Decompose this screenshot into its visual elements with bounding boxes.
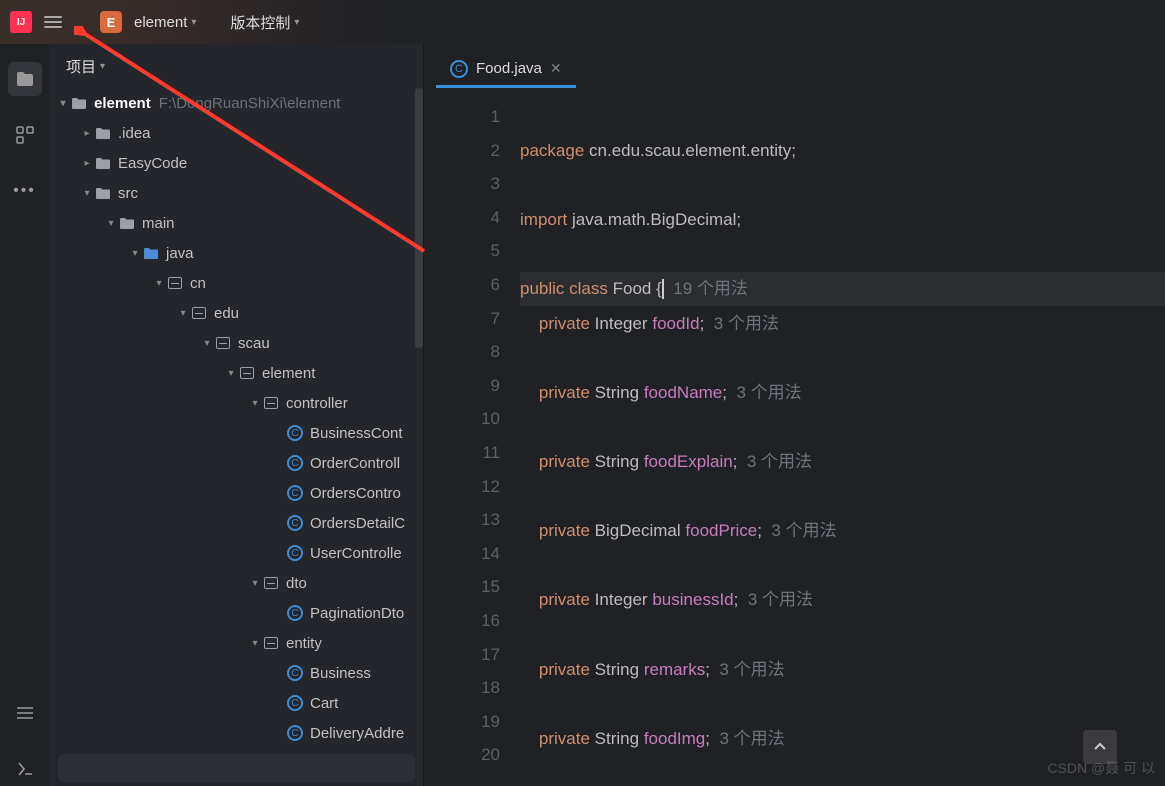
chevron-down-icon: ▾ xyxy=(294,17,299,28)
tree-class[interactable]: CBusiness xyxy=(50,658,423,688)
class-icon: C xyxy=(287,695,303,711)
chevron-down-icon: ▾ xyxy=(100,61,105,72)
package-icon xyxy=(240,367,254,379)
project-dropdown[interactable]: element ▾ xyxy=(134,14,196,31)
class-icon: C xyxy=(287,665,303,681)
tree-folder-main[interactable]: ▾main xyxy=(50,208,423,238)
tree-pkg-scau[interactable]: ▾scau xyxy=(50,328,423,358)
class-icon: C xyxy=(287,515,303,531)
class-icon: C xyxy=(287,425,303,441)
package-icon xyxy=(192,307,206,319)
tree-pkg-entity[interactable]: ▾entity xyxy=(50,628,423,658)
tree-class[interactable]: COrderControll xyxy=(50,448,423,478)
line-gutter: 1234567891011121314151617181920 xyxy=(424,88,520,786)
tree-class[interactable]: COrdersDetailC xyxy=(50,508,423,538)
tree-class[interactable]: CFood xyxy=(50,748,423,754)
class-icon: C xyxy=(287,545,303,561)
package-icon xyxy=(264,397,278,409)
titlebar: E element ▾ 版本控制 ▾ xyxy=(0,0,1165,44)
structure-icon xyxy=(16,126,34,144)
tree-class[interactable]: COrdersContro xyxy=(50,478,423,508)
package-icon xyxy=(216,337,230,349)
tree-scrollbar[interactable] xyxy=(415,88,423,348)
tree-class[interactable]: CDeliveryAddre xyxy=(50,718,423,748)
vcs-label: 版本控制 xyxy=(230,12,290,33)
tab-label: Food.java xyxy=(476,60,542,77)
tree-class[interactable]: CBusinessCont xyxy=(50,418,423,448)
class-icon: C xyxy=(287,725,303,741)
more-icon: ••• xyxy=(13,182,36,200)
left-toolstrip: ••• xyxy=(0,44,50,786)
tree-pkg-element[interactable]: ▾element xyxy=(50,358,423,388)
class-icon: C xyxy=(287,605,303,621)
project-name: element xyxy=(134,14,187,31)
class-icon: C xyxy=(287,455,303,471)
project-sidebar: 项目 ▾ ▾ element F:\DongRuanShiXi\element … xyxy=(50,44,424,786)
editor-area: C Food.java ✕ 12345678910111213141516171… xyxy=(424,44,1165,786)
more-tool-button[interactable]: ••• xyxy=(8,174,42,208)
project-tree[interactable]: ▾ element F:\DongRuanShiXi\element ▸.ide… xyxy=(50,88,423,754)
tree-folder-easycode[interactable]: ▸EasyCode xyxy=(50,148,423,178)
vcs-dropdown[interactable]: 版本控制 ▾ xyxy=(230,12,299,33)
tree-folder-java[interactable]: ▾java xyxy=(50,238,423,268)
chevron-down-icon: ▾ xyxy=(191,17,196,28)
tree-folder-idea[interactable]: ▸.idea xyxy=(50,118,423,148)
editor-tab-food[interactable]: C Food.java ✕ xyxy=(436,52,576,88)
class-icon: C xyxy=(287,485,303,501)
editor-tabs: C Food.java ✕ xyxy=(424,44,1165,88)
code-area[interactable]: package cn.edu.scau.element.entity; impo… xyxy=(520,88,1165,786)
package-icon xyxy=(264,577,278,589)
list-icon xyxy=(16,706,34,720)
main-area: ••• 项目 ▾ ▾ element F:\DongRuanShiXi\elem… xyxy=(0,44,1165,786)
chevron-up-icon xyxy=(1093,740,1107,754)
structure-tool-button[interactable] xyxy=(8,118,42,152)
terminal-icon xyxy=(16,761,34,777)
project-tool-button[interactable] xyxy=(8,62,42,96)
tree-pkg-controller[interactable]: ▾controller xyxy=(50,388,423,418)
package-icon xyxy=(264,637,278,649)
folder-icon xyxy=(16,71,34,87)
tree-pkg-edu[interactable]: ▾edu xyxy=(50,298,423,328)
ide-logo-icon xyxy=(10,11,32,33)
tree-pkg-cn[interactable]: ▾cn xyxy=(50,268,423,298)
tree-folder-src[interactable]: ▾src xyxy=(50,178,423,208)
close-tab-icon[interactable]: ✕ xyxy=(550,60,562,77)
watermark: CSDN @聂 可 以 xyxy=(1047,758,1155,778)
package-icon xyxy=(168,277,182,289)
sidebar-title: 项目 xyxy=(66,56,96,77)
tree-class[interactable]: CPaginationDto xyxy=(50,598,423,628)
terminal-tool-button[interactable] xyxy=(8,752,42,786)
tree-pkg-dto[interactable]: ▾dto xyxy=(50,568,423,598)
sidebar-header[interactable]: 项目 ▾ xyxy=(50,44,423,88)
tree-class[interactable]: CUserControlle xyxy=(50,538,423,568)
todo-tool-button[interactable] xyxy=(8,696,42,730)
sidebar-bottom-panel xyxy=(58,754,415,782)
main-menu-button[interactable] xyxy=(44,16,62,28)
class-icon: C xyxy=(450,60,468,78)
tree-root[interactable]: ▾ element F:\DongRuanShiXi\element xyxy=(50,88,423,118)
tree-class[interactable]: CCart xyxy=(50,688,423,718)
project-badge: E xyxy=(100,11,122,33)
